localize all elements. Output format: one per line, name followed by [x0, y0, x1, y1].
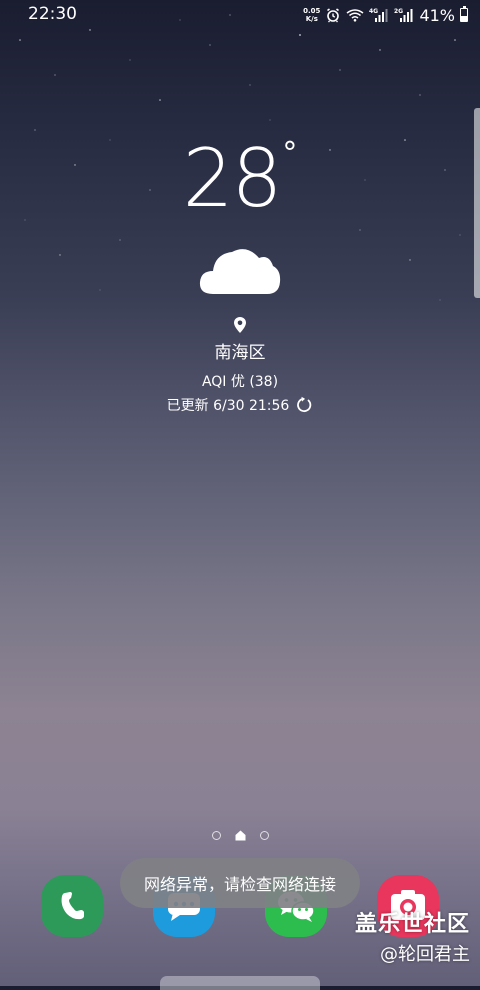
svg-text:4G: 4G [369, 8, 378, 15]
phone-icon [61, 892, 84, 920]
temperature-unit: ° [282, 136, 298, 171]
phone-app-button[interactable] [41, 875, 103, 937]
network-error-toast: 网络异常，请检查网络连接 [120, 858, 360, 908]
page-indicator[interactable] [0, 830, 480, 841]
refresh-icon[interactable] [295, 396, 313, 414]
signal-icon-sim1: 4G [369, 7, 389, 23]
signal-icon-sim2: 2G [394, 7, 414, 23]
network-speed-unit: K/s [305, 15, 318, 23]
page-dot-1 [211, 831, 221, 840]
svg-text:2G: 2G [394, 8, 403, 15]
weather-widget[interactable]: 28 ° 南海区 AQI 优 (38) 已更新 6/30 21:56 [0, 136, 480, 415]
battery-icon [460, 5, 468, 22]
network-speed: 0.05 K/s [303, 7, 320, 23]
status-time: 22:30 [28, 4, 77, 24]
home-page-icon [235, 830, 245, 841]
navigation-bar-handle[interactable] [160, 976, 320, 990]
cloud-icon [199, 249, 281, 294]
air-quality-index: AQI 优 (38) [201, 374, 279, 390]
alarm-icon [325, 7, 341, 23]
watermark: 盖乐世社区 @轮回君主 [355, 906, 470, 966]
status-bar[interactable]: 22:30 0.05 K/s 4G 2G 41% [0, 0, 480, 30]
temperature-value: 28 [182, 132, 283, 225]
page-dot-3 [259, 831, 269, 840]
status-icons: 0.05 K/s 4G 2G 41% [303, 4, 468, 26]
location-pin-icon [234, 317, 246, 333]
watermark-author: @轮回君主 [380, 944, 470, 965]
last-updated-text: 已更新 6/30 21:56 [166, 398, 290, 414]
watermark-logo: 盖乐世社区 [354, 912, 470, 937]
update-info: 已更新 6/30 21:56 [167, 395, 314, 415]
wifi-icon [346, 8, 364, 22]
temperature: 28 ° [183, 136, 298, 226]
network-speed-value: 0.05 [303, 7, 321, 15]
battery-level-fill [461, 16, 467, 21]
battery-percent: 41% [419, 5, 455, 25]
location-name: 南海区 [214, 343, 266, 363]
